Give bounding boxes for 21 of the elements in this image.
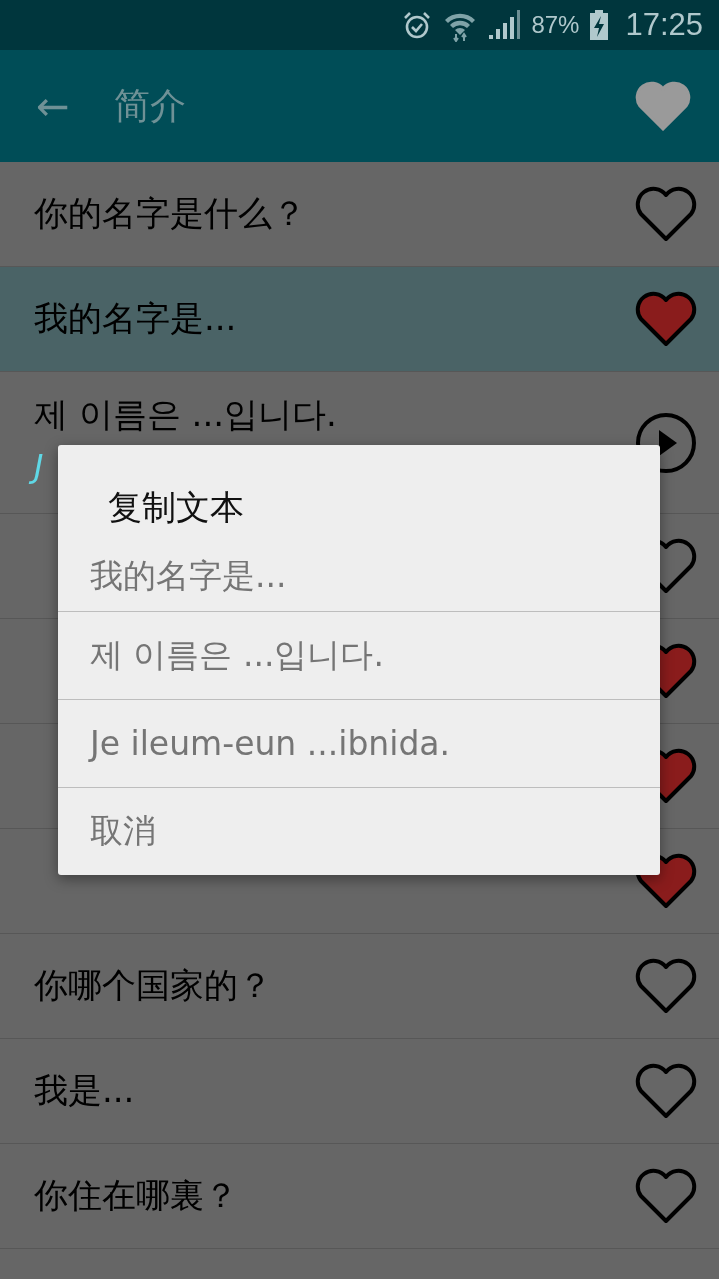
phrase-text: 你哪个国家的？ bbox=[34, 964, 273, 1007]
phrase-row[interactable]: 你住在哪裏？ bbox=[0, 1144, 719, 1249]
phrase-text: 我是... bbox=[34, 1069, 136, 1112]
phrase-row[interactable]: 你哪个国家的？ bbox=[0, 934, 719, 1039]
signal-icon bbox=[487, 9, 522, 41]
phrase-text: 제 이름은 ...입니다. bbox=[34, 392, 338, 436]
screen-title: 简介 bbox=[113, 83, 187, 128]
phrase-row[interactable]: 我的名字是... bbox=[0, 267, 719, 372]
dialog-option[interactable]: 제 이름은 ...입니다. bbox=[58, 611, 660, 699]
back-button[interactable]: ← bbox=[36, 83, 70, 129]
dialog-option[interactable]: Je ileum-eun ...ibnida. bbox=[58, 699, 660, 787]
phrase-text: 你住在哪裏？ bbox=[34, 1174, 239, 1217]
dialog-option[interactable]: 我的名字是... bbox=[58, 541, 660, 611]
battery-percent: 87% bbox=[531, 11, 580, 39]
dialog-option[interactable]: 取消 bbox=[58, 787, 660, 875]
battery-charging-icon bbox=[589, 9, 610, 41]
phrase-text: 你的名字是什么？ bbox=[34, 192, 307, 235]
romanization-text: J bbox=[28, 443, 52, 494]
clock: 17:25 bbox=[625, 7, 703, 43]
phrase-text: 我的名字是... bbox=[34, 297, 238, 340]
phrase-row[interactable]: 我是... bbox=[0, 1039, 719, 1144]
